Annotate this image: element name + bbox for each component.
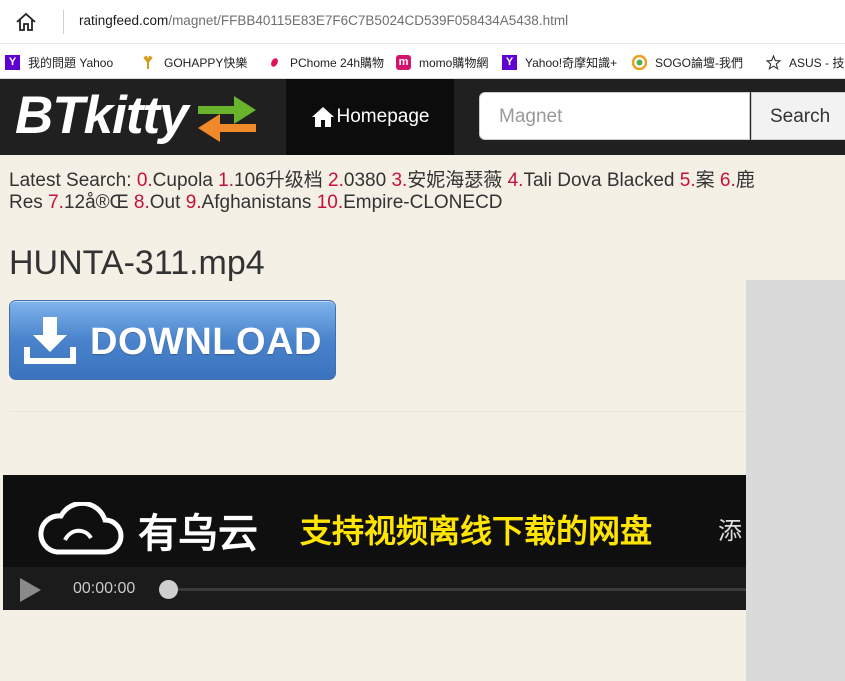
search-link[interactable]: Empire-CLONECD xyxy=(343,192,502,213)
search-link[interactable]: 106升级档 xyxy=(234,170,323,191)
search-rank: 9. xyxy=(185,192,202,213)
momo-icon: m xyxy=(396,54,411,70)
bookmark-momo[interactable]: m momo購物網 xyxy=(396,53,488,71)
search-rank: 3. xyxy=(391,170,408,191)
search-link[interactable]: Tali Dova Blacked xyxy=(523,170,674,191)
yahoo-icon: Y xyxy=(5,54,20,70)
divider xyxy=(9,411,746,412)
address-bar: ratingfeed.com/magnet/FFBB40115E83E7F6C7… xyxy=(0,0,845,44)
bookmark-label: momo購物網 xyxy=(419,55,489,70)
search-rank: 8. xyxy=(133,192,150,213)
search-button[interactable]: Search xyxy=(751,92,845,140)
bookmark-label: ASUS - 技術 xyxy=(789,55,845,70)
home-icon[interactable] xyxy=(14,11,38,33)
bookmark-gohappy[interactable]: GOHAPPY快樂 xyxy=(141,53,247,71)
search-link[interactable]: 鹿 xyxy=(736,170,755,191)
download-icon xyxy=(24,317,76,364)
url-field[interactable]: ratingfeed.com/magnet/FFBB40115E83E7F6C7… xyxy=(79,13,568,28)
search-rank: 6. xyxy=(719,170,736,191)
swap-arrows-icon xyxy=(198,96,256,142)
search-rank: 0. xyxy=(136,170,153,191)
latest-search-label: Latest Search: xyxy=(9,170,132,191)
video-controls: 00:00:00 xyxy=(3,567,746,610)
search-link[interactable]: Afghanistans xyxy=(202,192,312,213)
site-logo[interactable]: BTkitty xyxy=(15,85,189,146)
search-rank: 4. xyxy=(507,170,524,191)
search-link[interactable]: 12å®Œ xyxy=(64,192,129,213)
search-link[interactable]: 案 xyxy=(696,170,715,191)
latest-search: Latest Search: 0.Cupola 1.106升级档 2.0380 … xyxy=(9,170,845,214)
magnet-search-input[interactable]: Magnet xyxy=(479,92,750,140)
search-link[interactable]: 安妮海瑟薇 xyxy=(407,170,502,191)
video-time: 00:00:00 xyxy=(73,580,136,597)
sidebar-ad-placeholder xyxy=(746,280,845,681)
yahoo-icon: Y xyxy=(502,54,517,70)
search-rank: 10. xyxy=(316,192,344,213)
ad-slogan: 支持视频离线下载的网盘 xyxy=(300,513,653,549)
url-domain: ratingfeed.com xyxy=(79,13,169,28)
nav-homepage-label: Homepage xyxy=(336,106,430,127)
video-progress-track[interactable] xyxy=(166,588,746,591)
gohappy-icon xyxy=(141,55,156,70)
search-link[interactable]: Res xyxy=(9,192,43,213)
site-header: BTkitty Homepage Magnet Search xyxy=(0,79,845,155)
search-link[interactable]: 0380 xyxy=(344,170,386,191)
url-path: /magnet/FFBB40115E83E7F6C7B5024CD539F058… xyxy=(168,13,569,28)
bookmark-pchome[interactable]: PChome 24h購物 xyxy=(267,53,384,71)
search-rank: 1. xyxy=(218,170,235,191)
bookmark-label: 我的問題 Yahoo xyxy=(28,55,114,70)
address-separator xyxy=(63,10,64,34)
search-rank: 5. xyxy=(679,170,696,191)
search-rank: 7. xyxy=(48,192,64,213)
download-button[interactable]: DOWNLOAD xyxy=(9,300,336,380)
ad-brand: 有乌云 xyxy=(138,512,258,556)
bookmark-label: GOHAPPY快樂 xyxy=(164,55,248,70)
bookmark-label: Yahoo!奇摩知識+ xyxy=(525,55,618,70)
download-label: DOWNLOAD xyxy=(90,321,322,363)
star-icon xyxy=(766,54,781,70)
search-link[interactable]: Out xyxy=(150,192,181,213)
video-ad[interactable]: 有乌云 支持视频离线下载的网盘 添 00:00:00 xyxy=(3,475,746,610)
bookmark-yahoo-question[interactable]: Y 我的問題 Yahoo xyxy=(5,53,113,71)
bookmark-asus[interactable]: ASUS - 技術 xyxy=(766,53,845,71)
bookmark-sogo[interactable]: SOGO論壇-我們 xyxy=(632,53,743,71)
bookmark-label: SOGO論壇-我們 xyxy=(655,55,744,70)
home-icon xyxy=(311,107,334,127)
search-rank: 2. xyxy=(328,170,344,191)
search-link[interactable]: Cupola xyxy=(153,170,213,191)
play-icon[interactable] xyxy=(18,577,42,603)
video-progress-knob[interactable] xyxy=(159,580,178,599)
sogo-icon xyxy=(632,54,647,70)
bookmark-yahoo-knowledge[interactable]: Y Yahoo!奇摩知識+ xyxy=(502,53,617,71)
ad-extra-text: 添 xyxy=(718,518,742,545)
pchome-icon xyxy=(267,55,282,70)
page-title: HUNTA-311.mp4 xyxy=(9,244,265,282)
cloud-icon xyxy=(38,502,124,555)
nav-homepage[interactable]: Homepage xyxy=(286,79,454,155)
bookmark-label: PChome 24h購物 xyxy=(290,55,385,70)
bookmarks-bar: Y 我的問題 Yahoo GOHAPPY快樂 PChome 24h購物 m mo… xyxy=(0,44,845,79)
